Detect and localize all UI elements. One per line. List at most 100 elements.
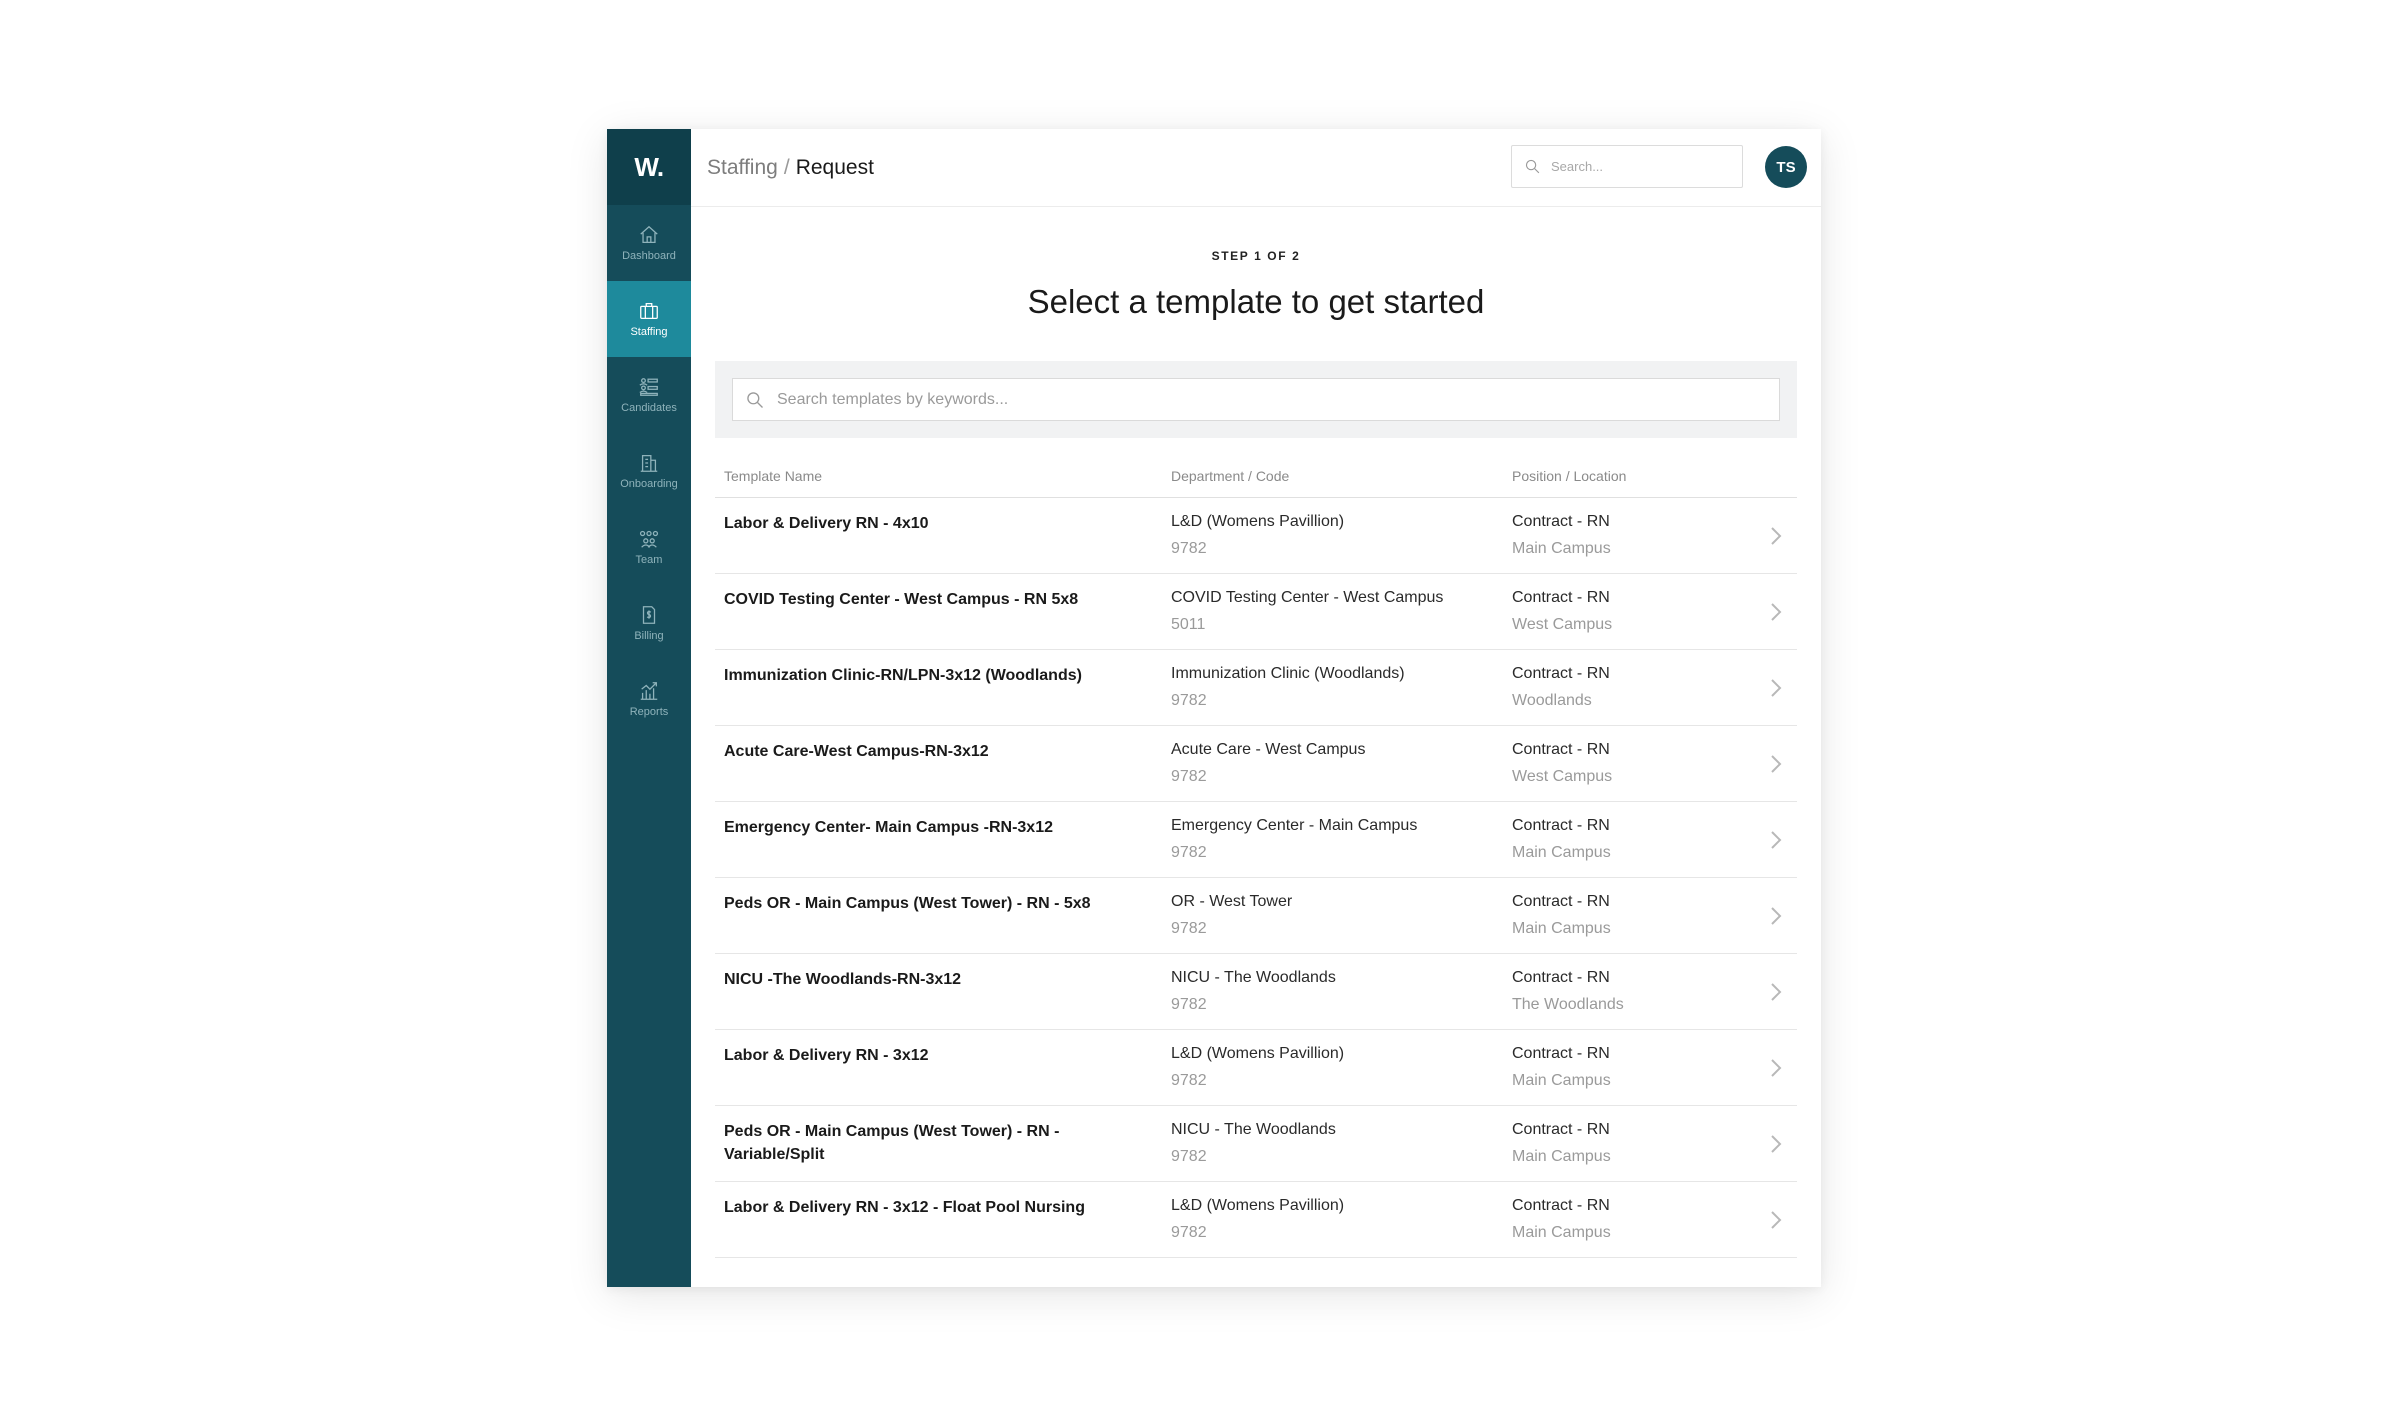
chevron-right-icon[interactable] bbox=[1769, 1209, 1783, 1231]
location-name: Main Campus bbox=[1512, 540, 1611, 557]
step-indicator: STEP 1 OF 2 bbox=[1211, 249, 1301, 263]
chevron-right-icon[interactable] bbox=[1769, 525, 1783, 547]
position-type: Contract - RN bbox=[1512, 589, 1610, 606]
sidebar-item-dashboard[interactable]: Dashboard bbox=[607, 205, 691, 281]
chevron-right-icon[interactable] bbox=[1769, 1057, 1783, 1079]
department-name: OR - West Tower bbox=[1171, 893, 1293, 910]
template-name: Labor & Delivery RN - 3x12 - Float Pool … bbox=[724, 1199, 1085, 1216]
template-name: Peds OR - Main Campus (West Tower) - RN … bbox=[724, 895, 1091, 912]
position-type: Contract - RN bbox=[1512, 1197, 1610, 1214]
sidebar-item-staffing[interactable]: Staffing bbox=[607, 281, 691, 357]
department-code: 9782 bbox=[1171, 540, 1207, 557]
department-code: 9782 bbox=[1171, 920, 1207, 937]
department-code: 9782 bbox=[1171, 1148, 1207, 1165]
department-code: 5011 bbox=[1171, 616, 1206, 633]
table-row[interactable]: COVID Testing Center - West Campus - RN … bbox=[715, 574, 1797, 650]
sidebar-item-label: Onboarding bbox=[620, 478, 678, 490]
avatar[interactable]: TS bbox=[1765, 146, 1807, 188]
table-row[interactable]: Emergency Center- Main Campus -RN-3x12 Em… bbox=[715, 802, 1797, 878]
template-search-input[interactable] bbox=[777, 390, 1779, 409]
location-name: Woodlands bbox=[1512, 692, 1592, 709]
department-name: NICU - The Woodlands bbox=[1171, 969, 1336, 986]
location-name: Main Campus bbox=[1512, 1072, 1611, 1089]
chevron-right-icon[interactable] bbox=[1769, 1133, 1783, 1155]
template-search[interactable] bbox=[732, 378, 1780, 421]
templates-table: Template Name Department / Code Position… bbox=[715, 468, 1797, 1258]
sidebar-item-billing[interactable]: Billing bbox=[607, 585, 691, 661]
sidebar-item-label: Candidates bbox=[621, 402, 677, 414]
sidebar-item-label: Team bbox=[635, 554, 663, 566]
team-icon bbox=[639, 530, 659, 548]
template-name: Immunization Clinic-RN/LPN-3x12 (Woodlan… bbox=[724, 667, 1082, 684]
chevron-right-icon[interactable] bbox=[1769, 829, 1783, 851]
chevron-right-icon[interactable] bbox=[1769, 753, 1783, 775]
template-name: Peds OR - Main Campus (West Tower) - RN … bbox=[724, 1123, 1060, 1163]
app-logo[interactable]: W. bbox=[607, 129, 691, 205]
breadcrumb: Staffing / Request bbox=[707, 156, 874, 180]
breadcrumb-parent[interactable]: Staffing bbox=[707, 156, 778, 179]
location-name: The Woodlands bbox=[1512, 996, 1624, 1013]
department-name: L&D (Womens Pavillion) bbox=[1171, 513, 1345, 530]
global-search-input[interactable] bbox=[1551, 159, 1721, 174]
chevron-right-icon[interactable] bbox=[1769, 601, 1783, 623]
department-code: 9782 bbox=[1171, 1224, 1207, 1241]
search-icon bbox=[1525, 159, 1540, 174]
briefcase-icon bbox=[640, 303, 658, 319]
breadcrumb-separator: / bbox=[783, 155, 790, 179]
table-row[interactable]: Peds OR - Main Campus (West Tower) - RN … bbox=[715, 878, 1797, 954]
department-code: 9782 bbox=[1171, 1072, 1207, 1089]
sidebar: W. Dashboard Staffing Candidates Onboard… bbox=[607, 129, 691, 1287]
billing-icon bbox=[642, 606, 656, 624]
app-window: W. Dashboard Staffing Candidates Onboard… bbox=[607, 129, 1821, 1287]
page-title: Select a template to get started bbox=[1027, 283, 1485, 320]
table-body: Labor & Delivery RN - 4x10 L&D (Womens Pa… bbox=[715, 498, 1797, 1258]
template-picker: STEP 1 OF 2 Select a template to get sta… bbox=[691, 207, 1821, 1258]
department-code: 9782 bbox=[1171, 692, 1207, 709]
table-row[interactable]: Labor & Delivery RN - 3x12 - Float Pool … bbox=[715, 1182, 1797, 1258]
sidebar-item-label: Dashboard bbox=[622, 250, 676, 262]
department-name: NICU - The Woodlands bbox=[1171, 1121, 1336, 1138]
position-type: Contract - RN bbox=[1512, 969, 1610, 986]
column-header-department: Department / Code bbox=[1171, 468, 1290, 484]
sidebar-item-reports[interactable]: Reports bbox=[607, 661, 691, 737]
position-type: Contract - RN bbox=[1512, 513, 1610, 530]
table-row[interactable]: Labor & Delivery RN - 4x10 L&D (Womens Pa… bbox=[715, 498, 1797, 574]
sidebar-item-candidates[interactable]: Candidates bbox=[607, 357, 691, 433]
top-bar: Staffing/Request TS bbox=[691, 129, 1821, 207]
column-header-template-name: Template Name bbox=[724, 468, 823, 484]
location-name: Main Campus bbox=[1512, 1224, 1611, 1241]
department-name: COVID Testing Center - West Campus bbox=[1171, 589, 1444, 606]
chevron-right-icon[interactable] bbox=[1769, 905, 1783, 927]
global-search[interactable] bbox=[1511, 145, 1743, 188]
table-row[interactable]: Peds OR - Main Campus (West Tower) - RN … bbox=[715, 1106, 1797, 1182]
reports-icon bbox=[640, 682, 658, 700]
column-header-position: Position / Location bbox=[1512, 468, 1627, 484]
position-type: Contract - RN bbox=[1512, 665, 1610, 682]
department-name: Emergency Center - Main Campus bbox=[1171, 817, 1418, 834]
chevron-right-icon[interactable] bbox=[1769, 981, 1783, 1003]
department-name: Immunization Clinic (Woodlands) bbox=[1171, 665, 1405, 682]
chevron-right-icon[interactable] bbox=[1769, 677, 1783, 699]
home-icon bbox=[640, 225, 658, 243]
table-header: Template Name Department / Code Position… bbox=[715, 468, 1797, 498]
sidebar-item-label: Billing bbox=[634, 630, 664, 642]
template-name: NICU -The Woodlands-RN-3x12 bbox=[724, 971, 962, 988]
building-icon bbox=[640, 455, 658, 472]
sidebar-item-team[interactable]: Team bbox=[607, 509, 691, 585]
template-name: Emergency Center- Main Campus -RN-3x12 bbox=[724, 819, 1053, 836]
table-row[interactable]: Immunization Clinic-RN/LPN-3x12 (Woodlan… bbox=[715, 650, 1797, 726]
candidates-icon bbox=[639, 378, 658, 396]
location-name: Main Campus bbox=[1512, 844, 1611, 861]
template-name: Acute Care-West Campus-RN-3x12 bbox=[724, 743, 989, 760]
sidebar-item-onboarding[interactable]: Onboarding bbox=[607, 433, 691, 509]
location-name: Main Campus bbox=[1512, 920, 1611, 937]
department-code: 9782 bbox=[1171, 844, 1207, 861]
template-name: COVID Testing Center - West Campus - RN … bbox=[724, 591, 1079, 608]
search-icon bbox=[747, 391, 763, 408]
template-name: Labor & Delivery RN - 4x10 bbox=[724, 515, 929, 532]
table-row[interactable]: Acute Care-West Campus-RN-3x12 Acute Care… bbox=[715, 726, 1797, 802]
table-row[interactable]: Labor & Delivery RN - 3x12 L&D (Womens Pa… bbox=[715, 1030, 1797, 1106]
table-row[interactable]: NICU -The Woodlands-RN-3x12 NICU - The Wo… bbox=[715, 954, 1797, 1030]
position-type: Contract - RN bbox=[1512, 1045, 1610, 1062]
position-type: Contract - RN bbox=[1512, 817, 1610, 834]
